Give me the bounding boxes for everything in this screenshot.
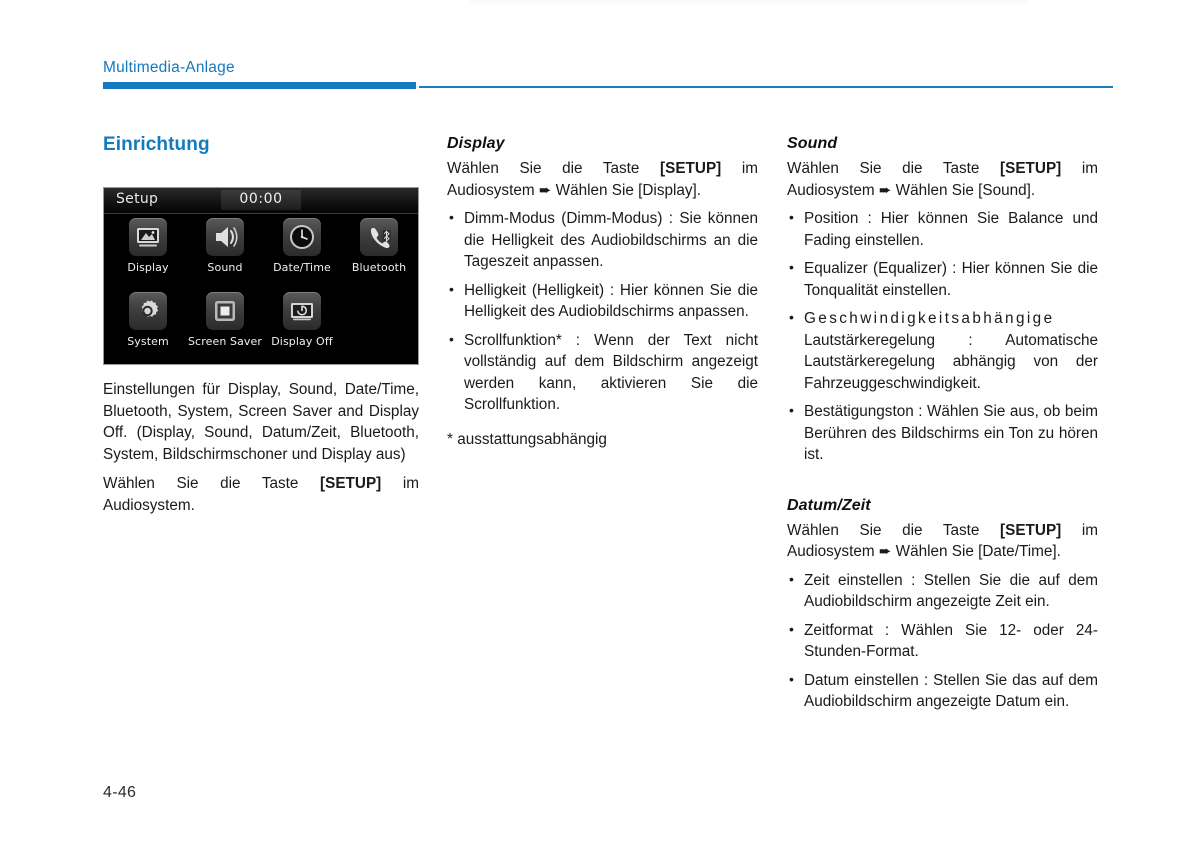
display-footnote: * ausstattungsabhängig bbox=[447, 430, 607, 448]
list-item: Zeit einstellen : Stellen Sie die auf de… bbox=[787, 569, 1098, 613]
display-off-icon bbox=[283, 292, 321, 330]
setup-screen-title: Setup bbox=[116, 191, 159, 207]
list-item: Bestätigungston : Wählen Sie aus, ob bei… bbox=[787, 400, 1098, 466]
datetime-bullet-list: Zeit einstellen : Stellen Sie die auf de… bbox=[787, 569, 1098, 713]
setup-tile-bluetooth[interactable]: Bluetooth bbox=[340, 218, 418, 274]
setup-tile-system[interactable]: System bbox=[109, 292, 187, 348]
setup-key-label: [SETUP] bbox=[1000, 521, 1062, 539]
gear-icon bbox=[129, 292, 167, 330]
setup-tile-display[interactable]: Display bbox=[109, 218, 187, 274]
manual-page: Multimedia-Anlage Einrichtung Setup 00:0… bbox=[0, 0, 1200, 861]
setup-key-label: [SETUP] bbox=[320, 475, 382, 492]
picture-icon bbox=[129, 218, 167, 256]
list-item: Equalizer (Equalizer) : Hier können Sie … bbox=[787, 257, 1098, 301]
page-header-title: Multimedia-Anlage bbox=[103, 59, 235, 76]
arrow-icon: ➨ bbox=[878, 543, 892, 560]
list-item: Geschwindigkeitsabhängige Lautstärkerege… bbox=[787, 307, 1098, 394]
sound-intro-paragraph: Wählen Sie die Taste [SETUP] im Audiosys… bbox=[787, 158, 1098, 201]
clock-icon bbox=[283, 218, 321, 256]
display-bullet-list: Dimm-Modus (Dimm-Modus) : Sie können die… bbox=[447, 207, 758, 416]
datetime-intro-paragraph: Wählen Sie die Taste [SETUP] im Audiosys… bbox=[787, 520, 1098, 563]
header-rule-thick bbox=[103, 82, 416, 89]
setup-screen-clock-box: 00:00 bbox=[221, 190, 301, 210]
setup-tile-label: Display bbox=[127, 261, 169, 274]
list-item: Datum einstellen : Stellen Sie das auf d… bbox=[787, 669, 1098, 713]
setup-tile-datetime[interactable]: Date/Time bbox=[263, 218, 341, 274]
setup-screen-screenshot: Setup 00:00 Display Sound Date/Time Blue… bbox=[103, 187, 419, 365]
left-column: Einrichtung Setup 00:00 Display Sound Da… bbox=[103, 133, 419, 516]
setup-tile-screen-saver[interactable]: Screen Saver bbox=[186, 292, 264, 348]
datetime-intro-pre: Wählen Sie die Taste bbox=[787, 521, 1001, 539]
page-header: Multimedia-Anlage bbox=[103, 58, 1113, 89]
left-paragraph-1: Einstellungen für Display, Sound, Date/T… bbox=[103, 381, 419, 463]
speaker-icon bbox=[206, 218, 244, 256]
left-paragraph-2-pre: Wählen Sie die Taste bbox=[103, 475, 321, 492]
setup-icon-grid: Display Sound Date/Time Bluetooth System… bbox=[104, 214, 418, 364]
list-item: Scrollfunktion* : Wenn der Text nicht vo… bbox=[447, 329, 758, 416]
subsection-title-display: Display bbox=[447, 135, 505, 152]
setup-screen-titlebar: Setup 00:00 bbox=[104, 188, 418, 214]
list-item: Position : Hier können Sie Balance und F… bbox=[787, 207, 1098, 251]
setup-tile-label: Display Off bbox=[271, 335, 333, 348]
section-title-einrichtung: Einrichtung bbox=[103, 134, 210, 155]
setup-tile-sound[interactable]: Sound bbox=[186, 218, 264, 274]
list-item-rest: Lautstärkeregelung : Automatische Lautst… bbox=[804, 331, 1098, 392]
list-item-term: Geschwindigkeitsabhängige bbox=[804, 310, 1055, 327]
display-intro-tail: Wählen Sie [Display]. bbox=[555, 181, 702, 199]
setup-tile-label: Bluetooth bbox=[351, 261, 407, 274]
sound-bullet-list: Position : Hier können Sie Balance und F… bbox=[787, 207, 1098, 466]
arrow-icon: ➨ bbox=[538, 181, 552, 199]
list-item: Helligkeit (Helligkeit) : Hier können Si… bbox=[447, 279, 758, 323]
middle-column: Display Wählen Sie die Taste [SETUP] im … bbox=[447, 133, 758, 450]
sound-intro-tail: Wählen Sie [Sound]. bbox=[895, 181, 1036, 199]
header-rule bbox=[103, 82, 1113, 90]
list-item: Dimm-Modus (Dimm-Modus) : Sie können die… bbox=[447, 207, 758, 273]
screen-saver-icon bbox=[206, 292, 244, 330]
top-edge-band bbox=[470, 0, 1030, 4]
right-column: Sound Wählen Sie die Taste [SETUP] im Au… bbox=[787, 133, 1098, 713]
subsection-title-sound: Sound bbox=[787, 135, 838, 152]
subsection-title-datumzeit: Datum/Zeit bbox=[787, 496, 871, 514]
display-intro-paragraph: Wählen Sie die Taste [SETUP] im Audiosys… bbox=[447, 158, 758, 201]
setup-tile-label: System bbox=[127, 335, 169, 348]
setup-tile-label: Screen Saver bbox=[187, 335, 263, 348]
setup-screen-clock: 00:00 bbox=[239, 191, 283, 207]
left-paragraph-2: Wählen Sie die Taste [SETUP] im Audiosys… bbox=[103, 473, 419, 516]
setup-key-label: [SETUP] bbox=[1000, 160, 1062, 177]
arrow-icon: ➨ bbox=[878, 181, 892, 199]
setup-key-label: [SETUP] bbox=[660, 160, 722, 177]
bluetooth-phone-icon bbox=[360, 218, 398, 256]
datetime-intro-tail: Wählen Sie [Date/Time]. bbox=[895, 543, 1061, 560]
setup-tile-label: Date/Time bbox=[273, 261, 331, 274]
setup-tile-display-off[interactable]: Display Off bbox=[263, 292, 341, 348]
display-intro-pre: Wählen Sie die Taste bbox=[447, 160, 661, 177]
list-item: Zeitformat : Wählen Sie 12- oder 24-Stun… bbox=[787, 619, 1098, 663]
sound-intro-pre: Wählen Sie die Taste bbox=[787, 160, 1001, 177]
setup-tile-label: Sound bbox=[207, 261, 243, 274]
header-rule-thin bbox=[419, 86, 1113, 88]
page-number: 4-46 bbox=[103, 784, 137, 801]
